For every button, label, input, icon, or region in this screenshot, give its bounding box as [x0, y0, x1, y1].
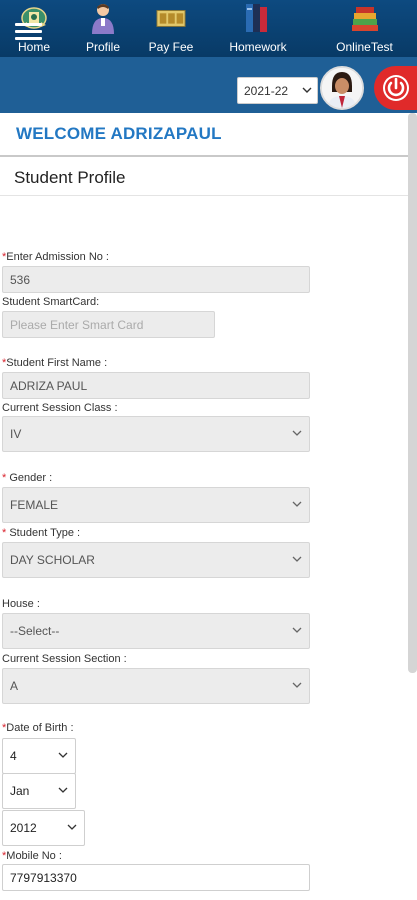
nav-profile[interactable]: Profile	[68, 0, 138, 57]
money-icon	[156, 2, 186, 34]
chevron-down-icon	[302, 84, 312, 96]
student-type-select[interactable]: DAY SCHOLAR	[2, 542, 310, 578]
dob-year-select[interactable]: 2012	[2, 810, 85, 846]
class-label: Current Session Class :	[2, 402, 118, 414]
nav-payfee[interactable]: Pay Fee	[138, 0, 204, 57]
chevron-down-icon	[291, 679, 303, 691]
nav-label: OnlineTest	[336, 40, 393, 54]
chevron-down-icon	[291, 498, 303, 510]
admission-label: *Enter Admission No :	[2, 251, 109, 263]
books-icon	[243, 2, 273, 34]
dob-label: *Date of Birth :	[2, 722, 74, 734]
avatar-icon[interactable]	[320, 66, 364, 110]
smartcard-field[interactable]: Please Enter Smart Card	[2, 311, 215, 338]
divider	[0, 155, 408, 157]
nav-onlinetest[interactable]: OnlineTest	[312, 0, 417, 57]
user-icon	[88, 2, 118, 34]
nav-label: Homework	[229, 40, 287, 54]
nav-homework[interactable]: Homework	[204, 0, 312, 57]
dob-day-select[interactable]: 4	[2, 738, 76, 774]
nav-label: Profile	[85, 40, 120, 54]
chevron-down-icon	[66, 821, 78, 833]
chevron-down-icon	[57, 784, 69, 796]
house-label: House :	[2, 598, 40, 610]
section-label: Current Session Section :	[2, 653, 127, 665]
power-icon[interactable]	[374, 66, 417, 110]
first-name-label: *Student First Name :	[2, 357, 108, 369]
student-type-label: * Student Type :	[2, 527, 81, 539]
test-books-icon	[350, 2, 380, 34]
chevron-down-icon	[291, 624, 303, 636]
chevron-down-icon	[291, 553, 303, 565]
nav-label: Pay Fee	[148, 40, 194, 54]
divider	[0, 195, 408, 196]
scrollbar[interactable]	[408, 113, 417, 673]
admission-field[interactable]: 536	[2, 266, 310, 293]
session-value: 2021-22	[244, 83, 289, 98]
page-title: Student Profile	[14, 168, 126, 187]
house-select[interactable]: --Select--	[2, 613, 310, 649]
dob-month-select[interactable]: Jan	[2, 773, 76, 809]
section-select[interactable]: A	[2, 668, 310, 704]
chevron-down-icon	[57, 749, 69, 761]
hamburger-icon[interactable]	[15, 23, 42, 41]
nav-label: Home	[17, 40, 50, 54]
smartcard-label: Student SmartCard:	[2, 296, 100, 308]
mobile-field[interactable]: 7797913370	[2, 864, 310, 891]
gender-label: * Gender :	[2, 472, 53, 484]
welcome-text: WELCOME ADRIZAPAUL	[16, 124, 222, 143]
class-select[interactable]: IV	[2, 416, 310, 452]
session-select[interactable]: 2021-22	[237, 77, 318, 104]
first-name-field[interactable]: ADRIZA PAUL	[2, 372, 310, 399]
chevron-down-icon	[291, 427, 303, 439]
mobile-label: *Mobile No :	[2, 850, 62, 862]
gender-select[interactable]: FEMALE	[2, 487, 310, 523]
top-nav: Home Profile Pay Fee Homework OnlineTest	[0, 0, 417, 57]
